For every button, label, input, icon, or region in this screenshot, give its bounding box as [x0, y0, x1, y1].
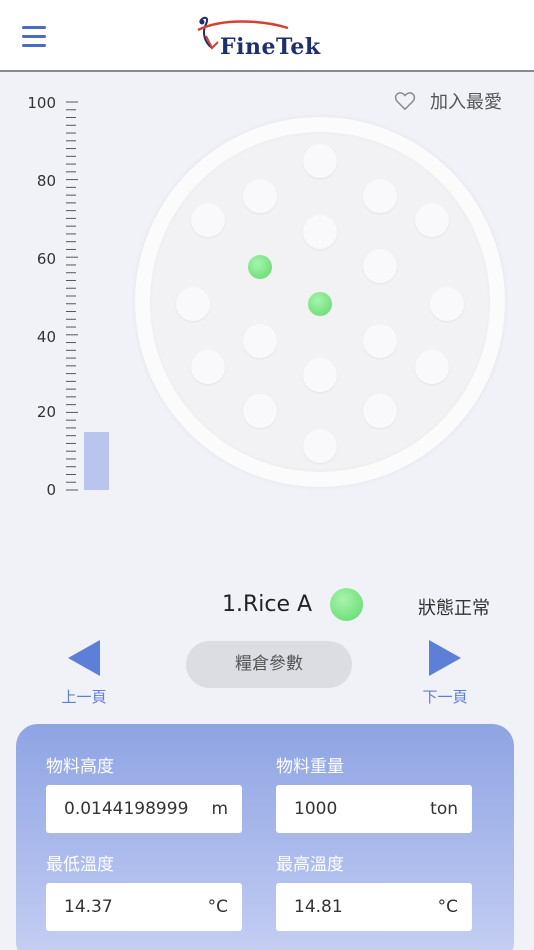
sensor-point[interactable]: [415, 350, 449, 384]
sensor-point[interactable]: [363, 324, 397, 358]
min-temperature-label: 最低溫度: [46, 855, 114, 875]
hamburger-icon[interactable]: [22, 26, 46, 48]
material-height-unit: m: [211, 799, 228, 819]
level-gauge: 100 80 60 40 20 0: [0, 90, 130, 510]
sensor-point[interactable]: [363, 394, 397, 428]
max-temperature-value: 14.81: [294, 897, 343, 917]
sensor-point[interactable]: [303, 215, 337, 249]
sensor-point[interactable]: [363, 249, 397, 283]
gauge-scale: [66, 101, 78, 491]
max-temperature-box: 14.81 °C: [276, 883, 472, 931]
gauge-tick-label: 20: [36, 403, 56, 421]
material-height-box: 0.0144198999 m: [46, 785, 242, 833]
material-height-field: 物料高度 0.0144198999 m: [46, 752, 242, 833]
max-temperature-label: 最高溫度: [276, 855, 344, 875]
sensor-point[interactable]: [191, 203, 225, 237]
sensor-point[interactable]: [243, 394, 277, 428]
next-page-button[interactable]: 下一頁: [415, 640, 475, 710]
arrow-right-icon: [429, 640, 461, 676]
heart-outline-icon: [394, 92, 416, 111]
material-weight-unit: ton: [430, 799, 458, 819]
sensor-point[interactable]: [363, 179, 397, 213]
status-text: 狀態正常: [418, 598, 490, 619]
sensor-point-active[interactable]: [308, 292, 332, 316]
material-weight-field: 物料重量 1000 ton: [276, 752, 472, 833]
logo-text: FineTek: [220, 34, 321, 60]
sensor-point[interactable]: [243, 179, 277, 213]
sensor-point[interactable]: [430, 287, 464, 321]
gauge-tick-label: 60: [36, 250, 56, 268]
add-favorite-label: 加入最愛: [430, 92, 502, 113]
top-bar: FineTek: [0, 0, 534, 72]
max-temperature-field: 最高溫度 14.81 °C: [276, 850, 472, 931]
material-weight-box: 1000 ton: [276, 785, 472, 833]
min-temperature-value: 14.37: [64, 897, 113, 917]
finetek-logo: FineTek: [192, 14, 342, 60]
status-indicator: [330, 588, 363, 621]
arrow-left-icon: [68, 640, 100, 676]
sensor-point[interactable]: [191, 350, 225, 384]
min-temperature-unit: °C: [207, 897, 228, 917]
next-page-label: 下一頁: [422, 688, 468, 706]
sensor-point[interactable]: [303, 358, 337, 392]
gauge-tick-label: 80: [36, 172, 56, 190]
silo-top-view: [135, 117, 505, 487]
max-temperature-unit: °C: [437, 897, 458, 917]
parameters-panel: 物料高度 0.0144198999 m 物料重量 1000 ton 最低溫度 1…: [16, 724, 514, 950]
gauge-tick-label: 100: [27, 94, 56, 112]
silo-inner-circle: [150, 132, 490, 472]
sensor-point[interactable]: [176, 287, 210, 321]
gauge-level-bar: [84, 431, 109, 490]
previous-page-button[interactable]: 上一頁: [54, 640, 114, 710]
silo-parameters-button[interactable]: 糧倉參數: [186, 641, 352, 688]
gauge-tick-label: 40: [36, 328, 56, 346]
sensor-point[interactable]: [415, 203, 449, 237]
sensor-point-active[interactable]: [248, 255, 272, 279]
sensor-point[interactable]: [303, 429, 337, 463]
previous-page-label: 上一頁: [61, 688, 107, 706]
silo-status-row: 1.Rice A 狀態正常: [0, 586, 534, 626]
sensor-point[interactable]: [303, 144, 337, 178]
material-weight-label: 物料重量: [276, 757, 344, 777]
material-height-value: 0.0144198999: [64, 799, 189, 819]
add-favorite-button[interactable]: 加入最愛: [394, 88, 502, 114]
material-weight-value: 1000: [294, 799, 338, 819]
material-height-label: 物料高度: [46, 757, 114, 777]
gauge-tick-label: 0: [46, 481, 56, 499]
min-temperature-box: 14.37 °C: [46, 883, 242, 931]
silo-name: 1.Rice A: [222, 592, 313, 617]
min-temperature-field: 最低溫度 14.37 °C: [46, 850, 242, 931]
sensor-point[interactable]: [243, 324, 277, 358]
